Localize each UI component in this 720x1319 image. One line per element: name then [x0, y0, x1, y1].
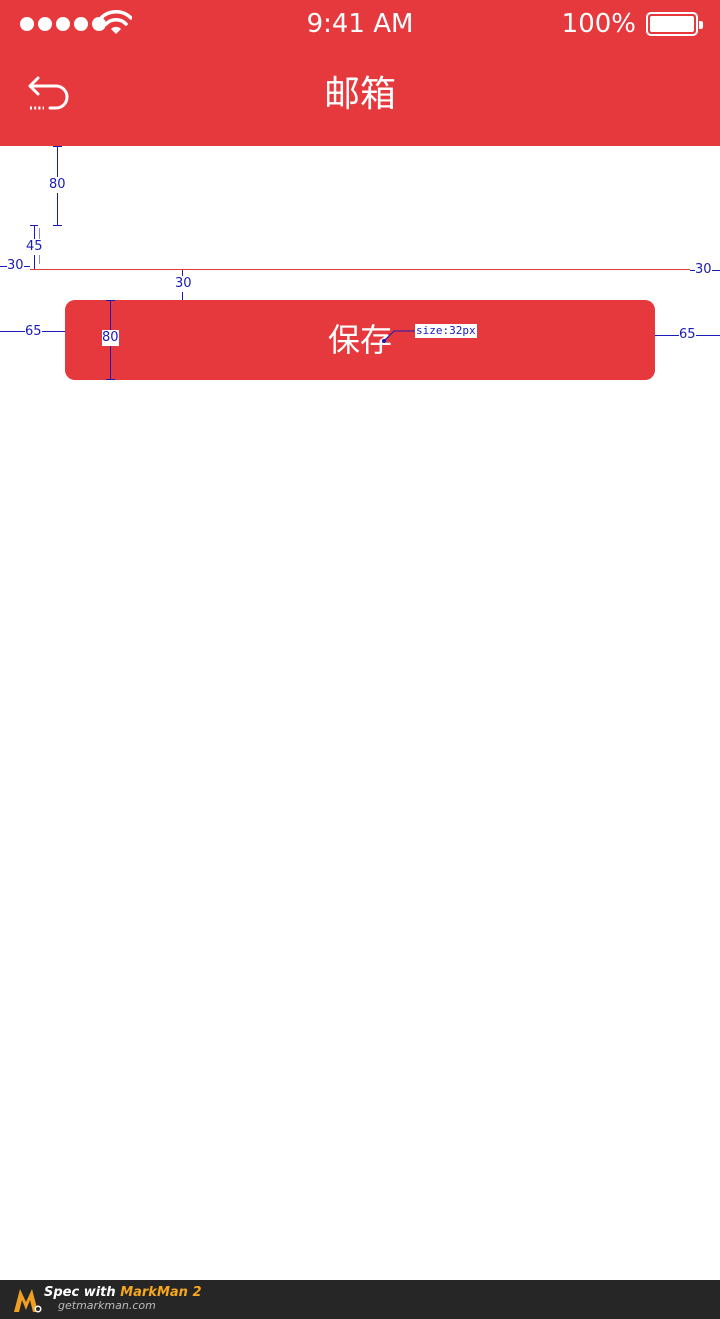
measure-cap [30, 225, 38, 226]
measure-label-45: 45 [26, 239, 43, 255]
measure-label-80-button: 80 [102, 330, 119, 346]
page-title: 邮箱 [323, 74, 396, 115]
markman-footer: Spec with MarkMan 2 getmarkman.com [0, 1280, 720, 1319]
markman-logo-icon [14, 1289, 42, 1313]
footer-brand: MarkMan 2 [120, 1285, 202, 1300]
measure-cap [53, 225, 62, 226]
footer-site: getmarkman.com [58, 1299, 156, 1312]
measure-cap [53, 146, 62, 147]
measure-label-30-right: 30 [695, 262, 712, 278]
app-header: 9:41 AM 100% 邮箱 [0, 0, 720, 146]
measure-label-30-left: 30 [7, 258, 24, 274]
email-field-underline [30, 269, 690, 270]
status-bar: 9:41 AM 100% [0, 0, 720, 48]
measure-label-65-left: 65 [25, 324, 42, 340]
save-button[interactable]: 保存 [65, 300, 655, 380]
measure-label-80-top: 80 [49, 177, 66, 193]
font-size-leader-line [382, 330, 415, 343]
font-size-annotation: size:32px [415, 324, 477, 338]
measure-cap [106, 379, 115, 380]
measure-label-30-gap: 30 [175, 276, 192, 292]
battery-percent: 100% [561, 9, 636, 39]
nav-bar: 邮箱 [0, 48, 720, 146]
measure-label-65-right: 65 [679, 327, 696, 343]
footer-prefix: Spec with [44, 1285, 121, 1300]
battery-icon [646, 12, 703, 36]
measure-cap [106, 300, 115, 301]
